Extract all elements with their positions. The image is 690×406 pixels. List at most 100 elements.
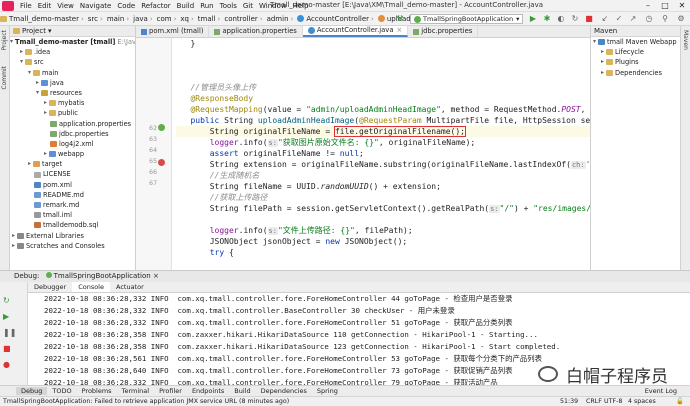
- breadcrumb-controller[interactable]: controller ›: [224, 15, 266, 23]
- menu-git[interactable]: Git: [240, 2, 256, 10]
- breadcrumb-src[interactable]: src ›: [88, 15, 107, 23]
- tree-item-log4j2[interactable]: log4j2.xml: [10, 139, 135, 149]
- stop-debug-icon[interactable]: ■: [3, 344, 11, 353]
- resume-icon[interactable]: ▶: [3, 312, 9, 321]
- tree-item-idea[interactable]: ▸ .idea: [10, 47, 135, 57]
- tab-pom-xml[interactable]: pom.xml (tmall): [136, 26, 210, 37]
- tree-item-jdbc-properties[interactable]: jdbc.properties: [10, 129, 135, 139]
- toolwin-debug[interactable]: Debug: [16, 387, 48, 395]
- maven-root[interactable]: ▾ tmall Maven Webapp: [591, 37, 680, 47]
- code-line: //生成随机名: [209, 171, 260, 180]
- tree-item-readme[interactable]: README.md: [10, 190, 135, 200]
- maven-tool-tab[interactable]: Maven: [682, 30, 689, 50]
- debug-config-tab[interactable]: TmallSpringBootApplication ×: [45, 272, 159, 280]
- tree-item-pom[interactable]: pom.xml: [10, 180, 135, 190]
- tab-application-properties[interactable]: application.properties: [209, 26, 303, 37]
- lock-icon[interactable]: 🔓: [676, 397, 684, 406]
- pause-icon[interactable]: ❚❚: [3, 328, 16, 337]
- breadcrumb-admin[interactable]: admin ›: [267, 15, 298, 23]
- view-breakpoints-icon[interactable]: ●: [3, 360, 10, 369]
- caret-position[interactable]: 51:39: [560, 397, 578, 406]
- minimize-icon[interactable]: –: [640, 0, 656, 11]
- breakpoint-icon[interactable]: [158, 159, 165, 166]
- bean-gutter-icon[interactable]: [158, 124, 165, 131]
- breadcrumb-java[interactable]: java ›: [133, 15, 156, 23]
- toolwin-endpoints[interactable]: Endpoints: [187, 387, 229, 395]
- tab-debugger[interactable]: Debugger: [28, 282, 72, 292]
- toolwin-build[interactable]: Build: [229, 387, 255, 395]
- tree-item-tmall-iml[interactable]: tmall.iml: [10, 210, 135, 220]
- tree-external-libraries[interactable]: ▸ External Libraries: [10, 231, 135, 241]
- tree-scratches[interactable]: ▸ Scratches and Consoles: [10, 241, 135, 251]
- tree-item-src[interactable]: ▾ src: [10, 57, 135, 67]
- breadcrumb-tmall[interactable]: tmall ›: [198, 15, 225, 23]
- tab-jdbc-properties[interactable]: jdbc.properties: [408, 26, 479, 37]
- debug-icon[interactable]: ✱: [542, 14, 552, 24]
- code-area[interactable]: } //管理员头像上传 @ResponseBody @RequestMappin…: [176, 38, 590, 290]
- line-separator[interactable]: CRLF: [586, 397, 602, 406]
- menu-navigate[interactable]: Navigate: [77, 2, 114, 10]
- menu-code[interactable]: Code: [114, 2, 138, 10]
- tree-item-java[interactable]: ▸ java: [10, 78, 135, 88]
- toolwin-spring[interactable]: Spring: [312, 387, 343, 395]
- tree-item-sql[interactable]: tmalldemodb.sql: [10, 220, 135, 230]
- debug-side-toolbar: ↻ ▶ ❚❚ ■ ●: [0, 282, 28, 385]
- tree-item-mybatis[interactable]: ▸ mybatis: [10, 98, 135, 108]
- settings-gear-icon[interactable]: ⚙: [676, 14, 686, 24]
- build-hammer-icon[interactable]: ⚒: [395, 14, 405, 24]
- git-update-icon[interactable]: ↙: [600, 14, 610, 24]
- tab-console[interactable]: Console: [72, 282, 110, 292]
- toolwin-profiler[interactable]: Profiler: [154, 387, 187, 395]
- tree-item-license[interactable]: LICENSE: [10, 169, 135, 179]
- menu-refactor[interactable]: Refactor: [138, 2, 173, 10]
- breadcrumb-class[interactable]: AccountController ›: [297, 15, 378, 23]
- tree-item-target[interactable]: ▸ target: [10, 159, 135, 169]
- maven-dependencies[interactable]: ▸ Dependencies: [591, 68, 680, 78]
- coverage-icon[interactable]: ◐: [556, 14, 566, 24]
- menu-file[interactable]: File: [17, 2, 35, 10]
- maximize-icon[interactable]: □: [657, 0, 673, 11]
- maven-lifecycle[interactable]: ▸ Lifecycle: [591, 47, 680, 57]
- menu-view[interactable]: View: [54, 2, 77, 10]
- tab-actuator[interactable]: Actuator: [110, 282, 150, 292]
- tree-item-application-properties[interactable]: application.properties: [10, 119, 135, 129]
- run-config-select[interactable]: TmallSpringBootApplication ▾: [410, 14, 524, 24]
- tree-item-main[interactable]: ▾ main: [10, 68, 135, 78]
- toolwin-terminal[interactable]: Terminal: [117, 387, 154, 395]
- file-encoding[interactable]: UTF-8: [604, 397, 622, 406]
- code-line: //获取上传路径: [209, 193, 268, 202]
- breadcrumb-com[interactable]: com ›: [157, 15, 181, 23]
- stop-icon[interactable]: ■: [584, 14, 594, 24]
- tree-item-resources[interactable]: ▾ resources: [10, 88, 135, 98]
- toolwin-todo[interactable]: TODO: [47, 387, 76, 395]
- menu-tools[interactable]: Tools: [217, 2, 240, 10]
- menu-run[interactable]: Run: [197, 2, 216, 10]
- tree-root[interactable]: ▾Tmall_demo-master [tmall]E:\Java\XM\T: [10, 37, 135, 47]
- toolwin-dependencies[interactable]: Dependencies: [256, 387, 312, 395]
- menu-edit[interactable]: Edit: [35, 2, 55, 10]
- toolwin-event-log[interactable]: Event Log: [640, 387, 682, 395]
- indent-setting[interactable]: 4 spaces: [628, 397, 656, 406]
- tree-item-webapp[interactable]: ▸ webapp: [10, 149, 135, 159]
- search-icon[interactable]: ⚲: [660, 14, 670, 24]
- project-tool-tab[interactable]: Project: [1, 30, 8, 51]
- profile-icon[interactable]: ↻: [570, 14, 580, 24]
- commit-tool-tab[interactable]: Commit: [1, 66, 8, 90]
- history-icon[interactable]: ◷: [644, 14, 654, 24]
- code-line: JSONObject jsonObject = new JSONObject()…: [209, 237, 408, 246]
- git-commit-icon[interactable]: ✓: [614, 14, 624, 24]
- close-icon[interactable]: ✕: [674, 0, 690, 11]
- git-push-icon[interactable]: ↗: [628, 14, 638, 24]
- breadcrumb-project[interactable]: Tmall_demo-master ›: [0, 15, 88, 23]
- tab-account-controller[interactable]: AccountController.java ×: [302, 26, 409, 37]
- tree-item-public[interactable]: ▸ public: [10, 108, 135, 118]
- maven-plugins[interactable]: ▸ Plugins: [591, 57, 680, 67]
- toolwin-problems[interactable]: Problems: [77, 387, 117, 395]
- breadcrumb-xq[interactable]: xq ›: [180, 15, 197, 23]
- rerun-icon[interactable]: ↻: [3, 296, 10, 305]
- status-message[interactable]: TmallSpringBootApplication: Failed to re…: [3, 397, 289, 406]
- menu-build[interactable]: Build: [174, 2, 198, 10]
- tree-item-remark[interactable]: remark.md: [10, 200, 135, 210]
- breadcrumb-main[interactable]: main ›: [107, 15, 133, 23]
- run-icon[interactable]: ▶: [528, 14, 538, 24]
